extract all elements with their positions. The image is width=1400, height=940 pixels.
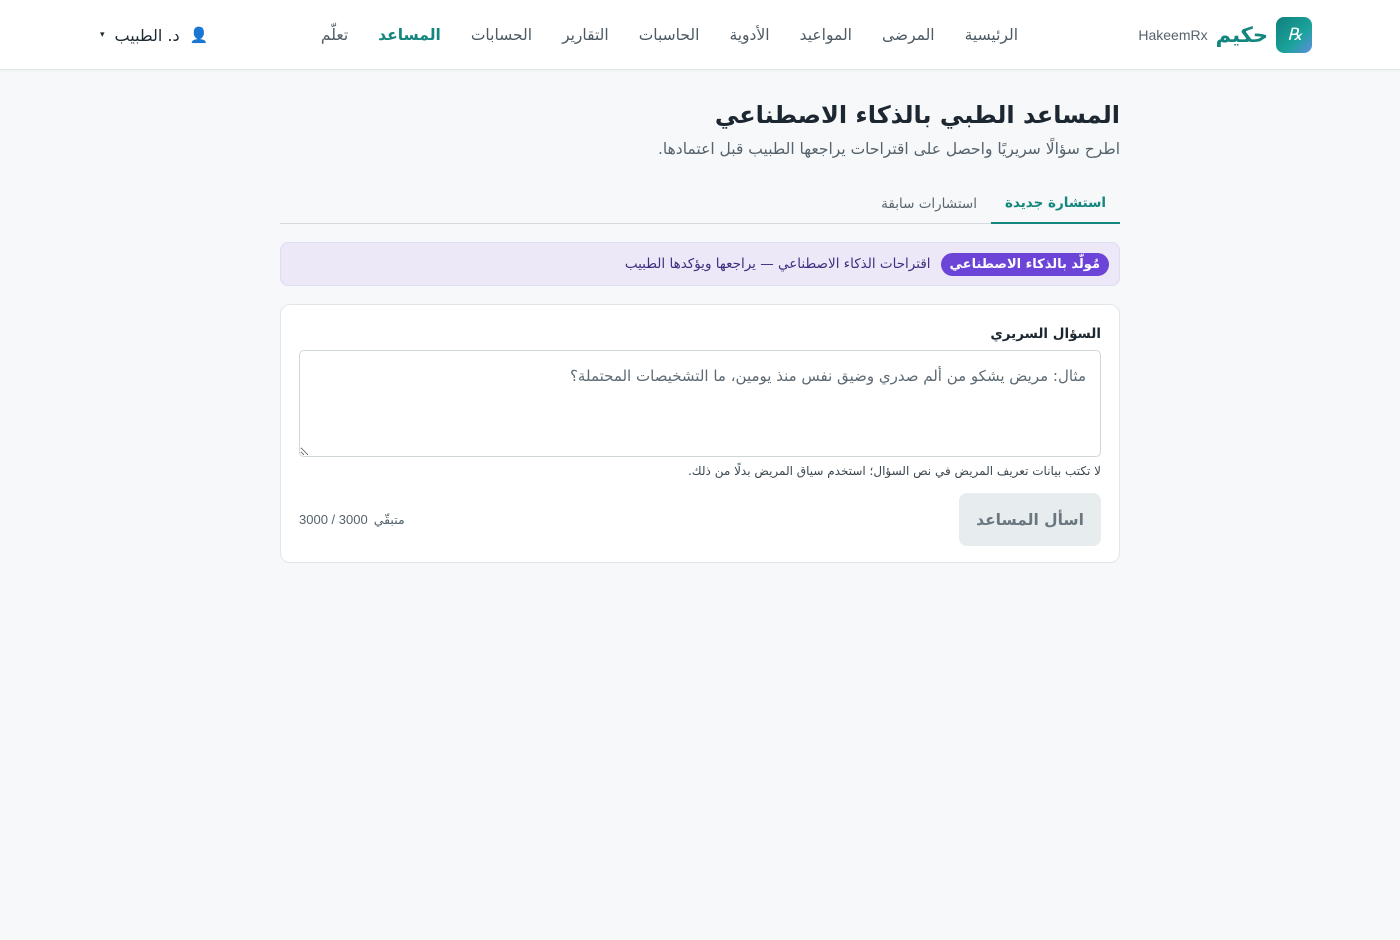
ai-banner-text: اقتراحات الذكاء الاصطناعي — يراجعها ويؤك… bbox=[624, 256, 931, 272]
question-label: السؤال السريري bbox=[990, 326, 1101, 342]
clinical-question-input[interactable] bbox=[299, 350, 1101, 457]
user-icon: 👤 bbox=[189, 26, 209, 44]
nav-item-accounts[interactable]: الحسابات bbox=[471, 26, 532, 44]
card-footer: اسأل المساعد متبقّي 3000 / 3000 bbox=[299, 493, 1101, 546]
ai-generated-badge: مُولّد بالذكاء الاصطناعي bbox=[940, 252, 1109, 276]
page-title: المساعد الطبي بالذكاء الاصطناعي bbox=[714, 101, 1120, 129]
nav-item-learn[interactable]: تعلّم bbox=[321, 26, 348, 44]
char-counter-label: متبقّي bbox=[373, 512, 405, 527]
tab-previous-consultations[interactable]: استشارات سابقة bbox=[867, 184, 991, 224]
nav-item-patients[interactable]: المرضى bbox=[882, 26, 935, 44]
user-name: د. الطبيب bbox=[114, 25, 180, 45]
rx-logo-icon: ℞ bbox=[1276, 17, 1312, 53]
tab-new-consultation[interactable]: استشارة جديدة bbox=[990, 184, 1120, 224]
top-navbar: ℞ حكيم HakeemRx الرئيسية المرضى المواعيد… bbox=[0, 0, 1400, 70]
question-hint: لا تكتب بيانات تعريف المريض في نص السؤال… bbox=[687, 464, 1101, 478]
ai-disclaimer-banner: مُولّد بالذكاء الاصطناعي اقتراحات الذكاء… bbox=[280, 242, 1120, 286]
assistant-page: المساعد الطبي بالذكاء الاصطناعي اطرح سؤا… bbox=[280, 70, 1120, 563]
nav-item-assistant[interactable]: المساعد bbox=[378, 26, 441, 44]
nav-item-calculators[interactable]: الحاسبات bbox=[639, 26, 700, 44]
consultation-tabs: استشارة جديدة استشارات سابقة bbox=[280, 184, 1120, 224]
question-card: السؤال السريري لا تكتب بيانات تعريف المر… bbox=[280, 304, 1120, 563]
char-counter: متبقّي 3000 / 3000 bbox=[299, 512, 405, 527]
page-subtitle: اطرح سؤالًا سريريًا واحصل على اقتراحات ي… bbox=[657, 140, 1120, 158]
nav-item-reports[interactable]: التقارير bbox=[562, 26, 609, 44]
chevron-down-icon: ▾ bbox=[100, 30, 105, 40]
char-counter-value: 3000 / 3000 bbox=[299, 512, 368, 527]
nav-item-home[interactable]: الرئيسية bbox=[965, 26, 1018, 44]
user-menu[interactable]: 👤 د. الطبيب ▾ bbox=[100, 23, 208, 47]
brand[interactable]: ℞ حكيم HakeemRx bbox=[1138, 17, 1312, 53]
nav-item-medications[interactable]: الأدوية bbox=[729, 26, 769, 44]
nav-item-appointments[interactable]: المواعيد bbox=[800, 26, 852, 44]
main-nav: الرئيسية المرضى المواعيد الأدوية الحاسبا… bbox=[321, 0, 1018, 70]
brand-latin-name: HakeemRx bbox=[1138, 27, 1208, 43]
brand-name: حكيم bbox=[1215, 23, 1268, 47]
ask-assistant-button[interactable]: اسأل المساعد bbox=[959, 493, 1101, 546]
